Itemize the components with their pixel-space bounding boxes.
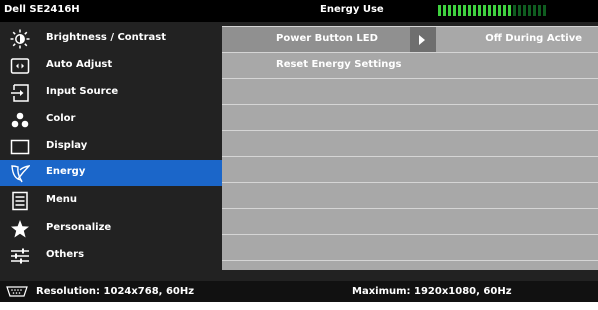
menu-icon — [12, 191, 28, 211]
sidebar-item-auto-adjust[interactable]: Auto Adjust — [0, 53, 222, 79]
energy-meter-segment — [528, 5, 531, 16]
sidebar-item-label: Input Source — [46, 86, 119, 97]
empty-row — [222, 157, 598, 182]
energy-meter-segment — [458, 5, 461, 16]
sidebar-item-menu[interactable]: Menu — [0, 188, 222, 214]
energy-meter-segment — [503, 5, 506, 16]
energy-meter-segment — [483, 5, 486, 16]
sidebar-item-brightness-contrast[interactable]: Brightness / Contrast — [0, 26, 222, 52]
display-icon — [10, 139, 30, 155]
empty-row — [222, 261, 598, 270]
energy-meter-segment — [438, 5, 441, 16]
empty-row — [222, 183, 598, 208]
sidebar-item-label: Personalize — [46, 222, 112, 233]
sidebar-item-label: Display — [46, 140, 88, 151]
sidebar-item-display[interactable]: Display — [0, 134, 222, 160]
star-icon — [11, 220, 29, 238]
power-button-led-row[interactable]: Power Button LED Off During Active — [222, 27, 598, 52]
energy-meter-segment — [473, 5, 476, 16]
title-bar: Dell SE2416H Energy Use — [0, 0, 598, 22]
monitor-osd: Dell SE2416H Energy Use Brightness / Con… — [0, 0, 598, 302]
sidebar-item-personalize[interactable]: Personalize — [0, 216, 222, 242]
empty-row — [222, 79, 598, 104]
sidebar-item-energy[interactable]: Energy — [0, 160, 222, 186]
energy-meter-segment — [468, 5, 471, 16]
brightness-icon — [10, 29, 30, 49]
empty-row — [222, 235, 598, 260]
current-resolution: Resolution: 1024x768, 60Hz — [36, 286, 195, 297]
color-icon — [11, 112, 29, 128]
empty-row — [222, 131, 598, 156]
sidebar-item-label: Energy — [46, 166, 86, 177]
energy-meter-icon — [438, 5, 550, 16]
arrow-right-icon[interactable] — [410, 27, 436, 52]
energy-leaf-icon — [11, 165, 30, 183]
sidebar-item-label: Brightness / Contrast — [46, 32, 166, 43]
energy-meter-segment — [478, 5, 481, 16]
status-bar: Resolution: 1024x768, 60Hz Maximum: 1920… — [0, 281, 598, 302]
power-button-led-value[interactable]: Off During Active — [436, 27, 598, 52]
sidebar-item-input-source[interactable]: Input Source — [0, 80, 222, 106]
energy-meter-segment — [498, 5, 501, 16]
auto-adjust-icon — [10, 58, 30, 74]
empty-row — [222, 209, 598, 234]
energy-meter-segment — [493, 5, 496, 16]
energy-meter-segment — [448, 5, 451, 16]
power-button-led-label: Power Button LED — [276, 33, 378, 44]
energy-settings-panel: Power Button LED Off During Active Reset… — [222, 26, 598, 270]
sidebar-menu: Brightness / Contrast Auto Adjust Input … — [0, 26, 222, 270]
sidebar-item-color[interactable]: Color — [0, 107, 222, 133]
sidebar-item-label: Others — [46, 249, 85, 260]
power-button-led-value-text: Off During Active — [485, 33, 582, 44]
energy-meter-segment — [463, 5, 466, 16]
input-source-icon — [11, 84, 29, 102]
vga-connector-icon — [6, 286, 28, 297]
others-sliders-icon — [11, 248, 29, 264]
sidebar-item-label: Menu — [46, 194, 77, 205]
energy-meter-segment — [443, 5, 446, 16]
empty-row — [222, 105, 598, 130]
energy-meter-segment — [518, 5, 521, 16]
energy-meter-segment — [533, 5, 536, 16]
reset-energy-settings-row[interactable]: Reset Energy Settings — [222, 53, 598, 78]
sidebar-item-label: Auto Adjust — [46, 59, 113, 70]
energy-meter-segment — [453, 5, 456, 16]
section-title: Energy Use — [320, 4, 384, 15]
maximum-resolution: Maximum: 1920x1080, 60Hz — [352, 286, 512, 297]
energy-meter-segment — [513, 5, 516, 16]
reset-energy-settings-label: Reset Energy Settings — [276, 59, 402, 70]
energy-meter-segment — [508, 5, 511, 16]
energy-meter-segment — [543, 5, 546, 16]
sidebar-item-others[interactable]: Others — [0, 243, 222, 269]
energy-meter-segment — [488, 5, 491, 16]
energy-meter-segment — [523, 5, 526, 16]
energy-meter-segment — [538, 5, 541, 16]
monitor-model-title: Dell SE2416H — [4, 4, 80, 15]
sidebar-item-label: Color — [46, 113, 76, 124]
